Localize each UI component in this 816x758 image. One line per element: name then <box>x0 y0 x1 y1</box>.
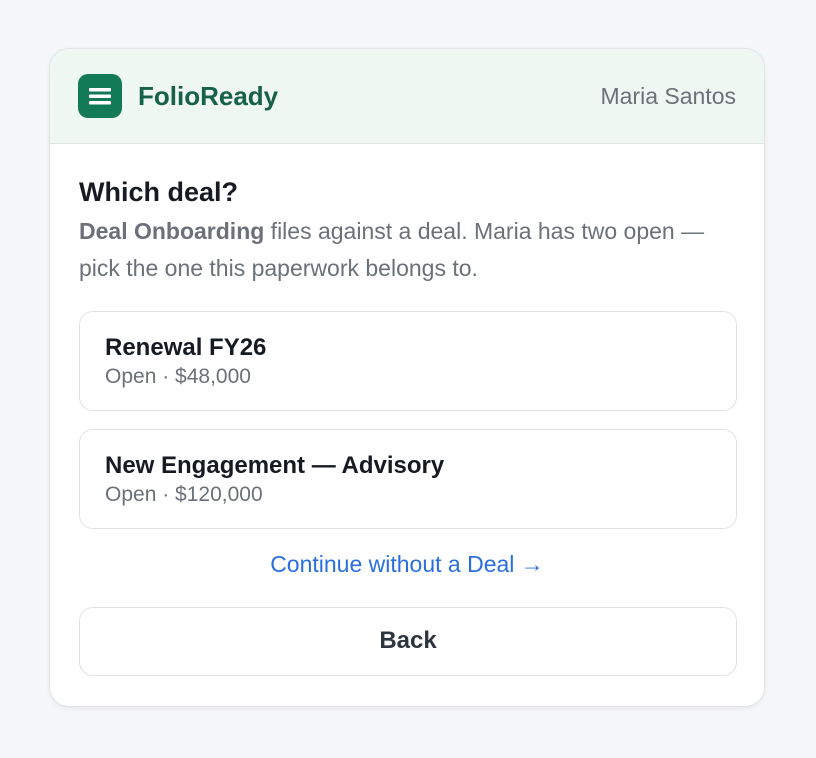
brand-name: FolioReady <box>138 81 279 111</box>
deal-meta: Open · $48,000 <box>105 365 251 388</box>
menu-lines-icon <box>78 74 122 118</box>
user-name: Maria Santos <box>600 83 736 109</box>
deal-option-renewal-fy26[interactable]: Renewal FY26 Open · $48,000 <box>79 311 737 411</box>
deal-option-new-engagement[interactable]: New Engagement — Advisory Open · $120,00… <box>79 429 737 529</box>
deal-name: Renewal FY26 <box>105 334 267 361</box>
continue-without-deal-link[interactable]: Continue without a Deal → <box>50 548 764 580</box>
page-description: Deal Onboarding files against a deal. Ma… <box>79 213 749 287</box>
app-header: FolioReady Maria Santos <box>50 49 764 144</box>
workflow-name: Deal Onboarding <box>79 218 265 244</box>
deal-picker-card: FolioReady Maria Santos Which deal? Deal… <box>49 48 765 707</box>
back-button[interactable]: Back <box>79 607 737 676</box>
deal-name: New Engagement — Advisory <box>105 452 445 479</box>
page-title: Which deal? <box>79 177 239 207</box>
deal-meta: Open · $120,000 <box>105 483 263 506</box>
